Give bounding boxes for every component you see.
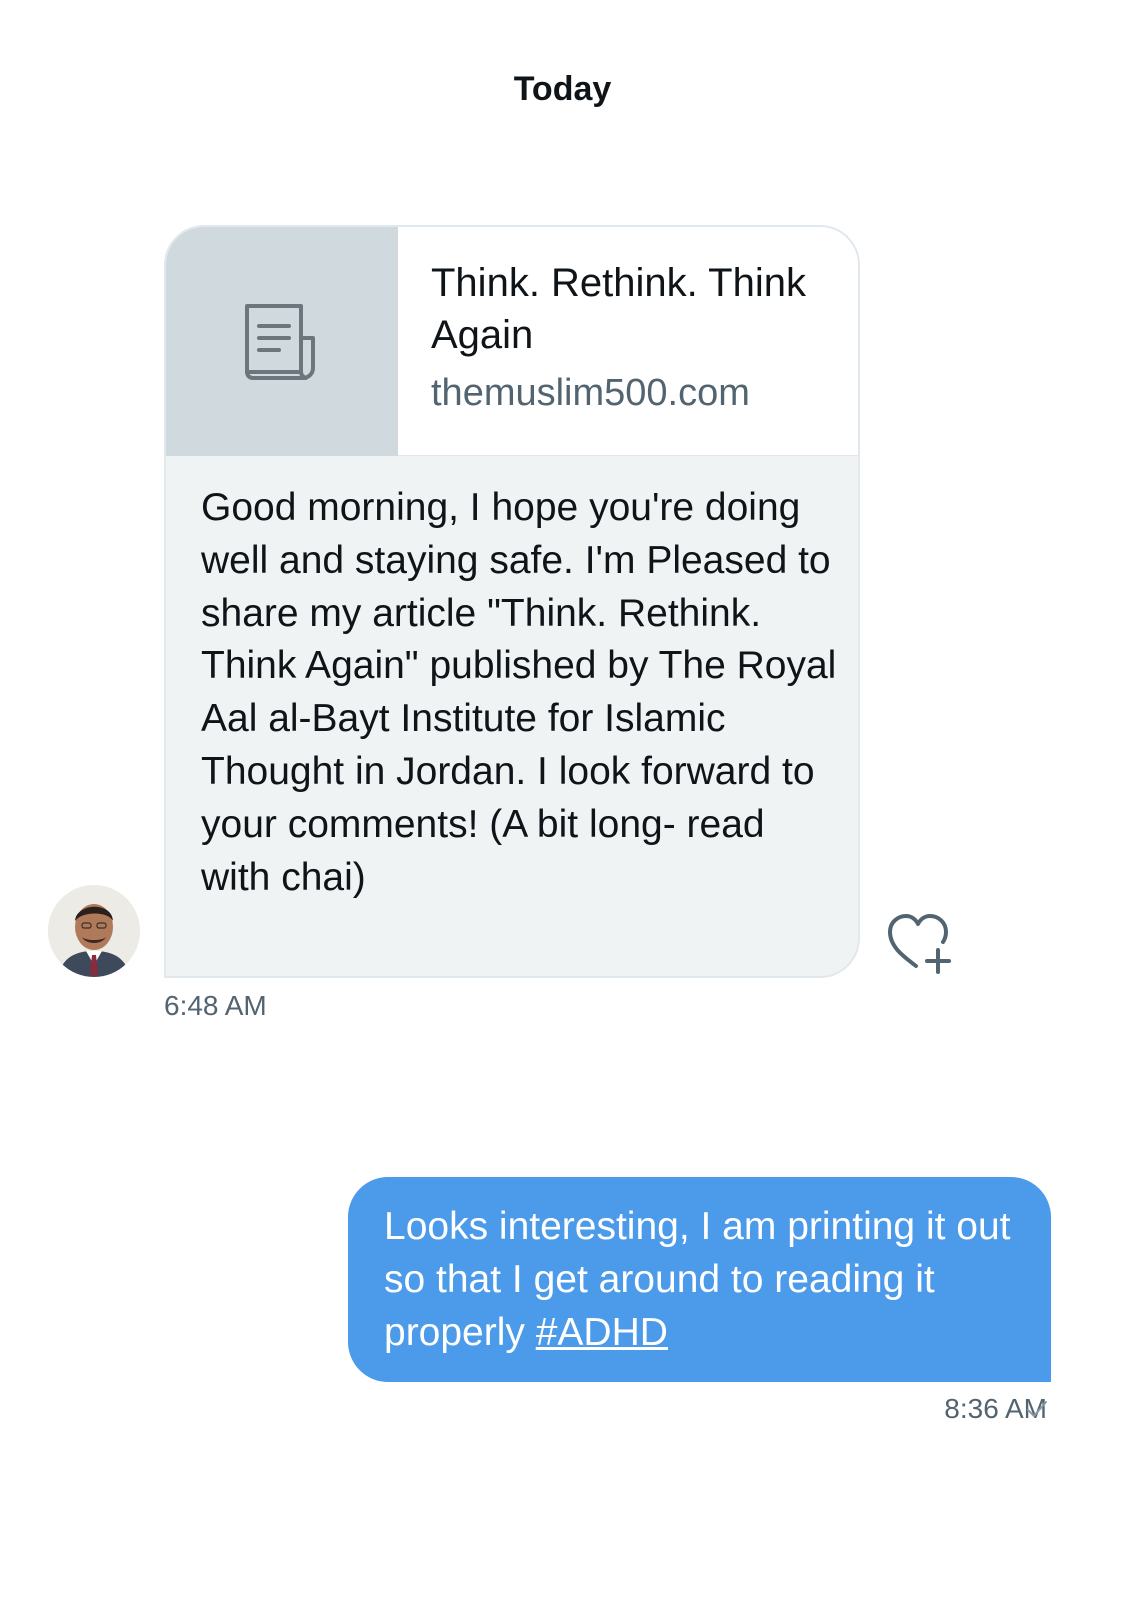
heart-plus-icon[interactable] [884, 910, 956, 978]
link-preview-card[interactable]: Think. Rethink. Think Again themuslim500… [166, 227, 858, 456]
outgoing-message-text: Looks interesting, I am printing it out … [384, 1201, 1024, 1359]
incoming-message-bubble[interactable]: Think. Rethink. Think Again themuslim500… [164, 225, 860, 978]
date-header: Today [513, 70, 612, 108]
link-title[interactable]: Think. Rethink. Think Again [431, 257, 841, 361]
incoming-message-text: Good morning, I hope you're doing well a… [201, 486, 837, 899]
incoming-message-time: 6:48 AM [164, 990, 267, 1021]
hashtag-link[interactable]: #ADHD [536, 1311, 668, 1354]
avatar-photo [48, 885, 140, 977]
link-thumbnail [166, 227, 398, 456]
outgoing-message-bubble[interactable]: Looks interesting, I am printing it out … [348, 1177, 1051, 1382]
article-icon [245, 303, 315, 380]
link-domain[interactable]: themuslim500.com [431, 369, 841, 417]
avatar[interactable] [48, 885, 140, 977]
outgoing-message-body: Looks interesting, I am printing it out … [384, 1205, 1011, 1354]
checkmark-icon [1027, 1401, 1047, 1417]
